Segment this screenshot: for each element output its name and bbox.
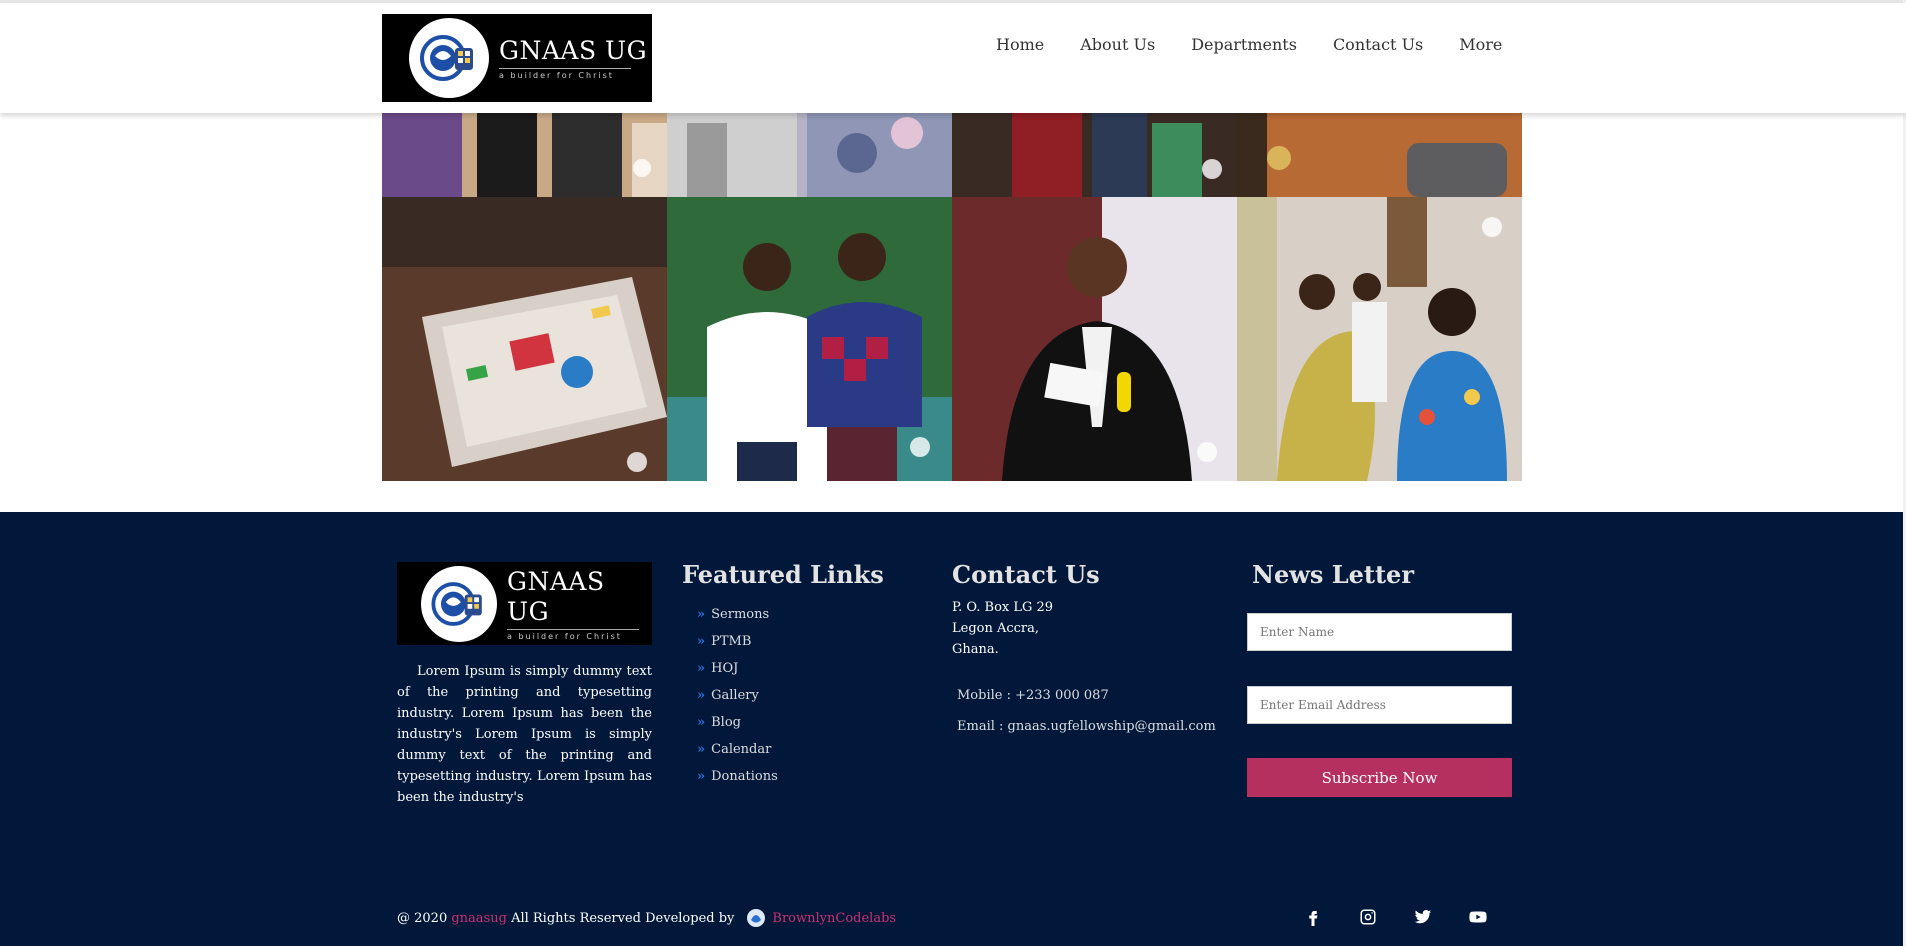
footer-about-text: Lorem Ipsum is simply dummy text of the … [397,664,652,805]
chevron-right-icon: » [697,634,706,649]
address-line-2: Legon Accra, [952,621,1040,636]
site-header: GNAAS UG a builder for Christ Home About… [0,3,1906,113]
nav-departments[interactable]: Departments [1191,35,1297,54]
photo-board-game[interactable] [382,197,667,481]
contact-heading: Contact Us [952,560,1100,589]
main-nav: Home About Us Departments Contact Us Mor… [996,35,1538,54]
header-logo[interactable]: GNAAS UG a builder for Christ [382,14,652,102]
link-blog[interactable]: » Blog [697,709,778,736]
site-link[interactable]: gnaasug [451,911,507,926]
photo-congregation-singing[interactable] [1237,197,1522,481]
chevron-right-icon: » [697,688,706,703]
photo-youth-top-2[interactable] [667,113,952,197]
photo-two-friends[interactable] [667,197,952,481]
chevron-right-icon: » [697,769,706,784]
contact-mobile: Mobile : +233 000 087 [957,688,1109,703]
copyright-year: @ 2020 [397,910,448,926]
link-ptmb[interactable]: » PTMB [697,628,778,655]
newsletter-heading: News Letter [1252,560,1414,589]
photo-congregation-top[interactable] [952,113,1237,197]
copyright-text: All Rights Reserved Developed by [511,910,735,926]
footer-logo[interactable]: GNAAS UG a builder for Christ [397,562,652,645]
chevron-right-icon: » [697,607,706,622]
nav-more[interactable]: More [1459,35,1502,54]
photo-gallery [382,113,1522,481]
link-hoj[interactable]: » HOJ [697,655,778,682]
logo-divider [499,68,631,69]
fellowship-emblem-icon [421,565,497,642]
logo-tagline: a builder for Christ [499,71,614,80]
featured-links-list: » Sermons » PTMB » HOJ » Gallery » Blog » Cale… [697,601,778,790]
subscribe-button[interactable]: Subscribe Now [1247,758,1512,797]
logo-title: GNAAS UG [499,36,648,65]
instagram-icon[interactable] [1357,906,1379,928]
nav-about-us[interactable]: About Us [1080,35,1155,54]
link-calendar[interactable]: » Calendar [697,736,778,763]
chevron-right-icon: » [697,742,706,757]
fellowship-emblem-icon [409,18,489,98]
newsletter-name-field[interactable] [1247,613,1512,651]
link-donations[interactable]: » Donations [697,763,778,790]
nav-home[interactable]: Home [996,35,1044,54]
twitter-icon[interactable] [1412,906,1434,928]
copyright: @ 2020 gnaasug All Rights Reserved Devel… [397,908,896,928]
featured-links-heading: Featured Links [682,560,884,589]
nav-contact-us[interactable]: Contact Us [1333,35,1423,54]
developer-link[interactable]: BrownlynCodelabs [772,911,896,926]
newsletter-email-field[interactable] [1247,686,1512,724]
logo-tagline: a builder for Christ [507,631,622,641]
chevron-right-icon: » [697,661,706,676]
youtube-icon[interactable] [1467,906,1489,928]
social-links [1302,906,1522,928]
logo-divider [507,628,639,630]
photo-speaker[interactable] [952,197,1237,481]
photo-youth-top-1[interactable] [382,113,667,197]
link-sermons[interactable]: » Sermons [697,601,778,628]
logo-title: GNAAS UG [507,566,605,626]
link-gallery[interactable]: » Gallery [697,682,778,709]
chevron-right-icon: » [697,715,706,730]
developer-logo-icon [746,908,766,928]
photo-congregation-top-4[interactable] [1237,113,1522,197]
address-line-1: P. O. Box LG 29 [952,600,1054,615]
address-line-3: Ghana. [952,642,999,657]
facebook-icon[interactable] [1302,906,1324,928]
contact-email[interactable]: Email : gnaas.ugfellowship@gmail.com [957,719,1216,734]
